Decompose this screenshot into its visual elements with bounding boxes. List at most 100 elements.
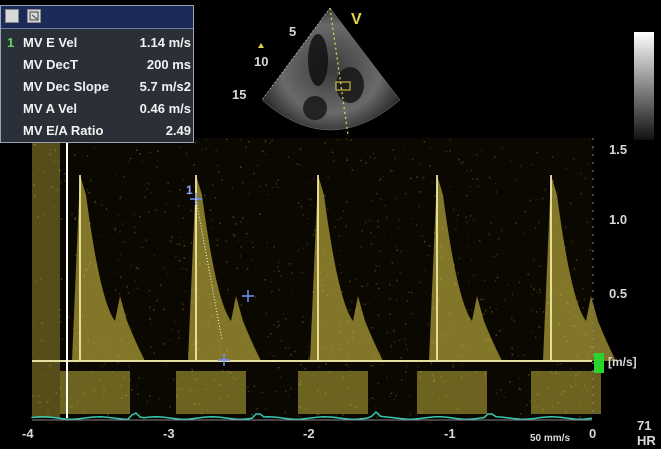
spectrum-noise <box>501 230 503 232</box>
spectrum-noise <box>473 275 475 277</box>
spectrum-noise <box>178 337 180 339</box>
spectrum-noise <box>150 192 152 194</box>
spectrum-noise <box>584 299 586 301</box>
checkbox[interactable] <box>5 9 19 23</box>
spectrum-noise <box>342 414 344 416</box>
heart-rate-label: HR <box>637 433 656 448</box>
spectrum-noise <box>377 221 379 223</box>
spectrum-noise <box>171 237 173 239</box>
spectrum-noise <box>396 279 398 281</box>
spectrum-noise <box>248 391 250 393</box>
settings-icon[interactable] <box>27 9 41 23</box>
spectrum-noise <box>148 211 150 213</box>
spectrum-noise <box>163 268 165 270</box>
measurement-label: MV Dec Slope <box>23 79 109 94</box>
measurement-row[interactable]: MV DecT 200 ms <box>1 56 193 76</box>
spectrum-noise <box>373 236 375 238</box>
measurement-panel-header[interactable] <box>1 6 193 29</box>
spectrum-noise <box>457 273 459 275</box>
spectrum-noise <box>333 160 335 162</box>
spectrum-noise <box>232 187 234 189</box>
spectrum-noise <box>311 199 313 201</box>
spectrum-noise <box>364 303 366 305</box>
spectrum-noise <box>183 241 185 243</box>
spectrum-noise <box>397 227 399 229</box>
velocity-tick: 1.0 <box>609 212 627 227</box>
spectrum-noise <box>367 282 369 284</box>
spectrum-noise <box>379 180 381 182</box>
spectrum-noise <box>280 275 282 277</box>
spectrum-noise <box>240 246 242 248</box>
spectrum-noise <box>278 289 280 291</box>
spectrum-noise <box>471 260 473 262</box>
spectrum-noise <box>123 176 125 178</box>
measurement-value: 200 ms <box>147 57 191 72</box>
spectrum-noise <box>525 211 527 213</box>
spectrum-noise <box>193 164 195 166</box>
spectrum-noise <box>347 160 349 162</box>
spectrum-noise <box>381 364 383 366</box>
spectrum-noise <box>191 242 193 244</box>
spectrum-noise <box>308 358 310 360</box>
spectrum-noise <box>453 366 455 368</box>
spectrum-noise <box>489 177 491 179</box>
spectrum-noise <box>370 365 372 367</box>
spectrum-noise <box>488 234 490 236</box>
measurement-panel[interactable]: 1 MV E Vel 1.14 m/s MV DecT 200 ms MV De… <box>0 5 194 143</box>
spectrum-noise <box>371 244 373 246</box>
spectrum-noise <box>167 273 169 275</box>
spectrum-noise <box>226 240 228 242</box>
spectrum-noise <box>392 149 394 151</box>
spectrum-noise <box>582 288 584 290</box>
spectrum-noise <box>412 313 414 315</box>
spectrum-noise <box>265 140 267 142</box>
measurement-row[interactable]: MV A Vel 0.46 m/s <box>1 100 193 120</box>
spectrum-noise <box>164 211 166 213</box>
spectrum-noise <box>254 173 256 175</box>
spectrum-noise <box>204 195 206 197</box>
spectrum-noise <box>529 401 531 403</box>
spectrum-noise <box>126 286 128 288</box>
spectrum-noise <box>90 180 92 182</box>
spectrum-noise <box>74 218 76 220</box>
spectrum-noise <box>266 242 268 244</box>
spectrum-noise <box>179 260 181 262</box>
measurement-row[interactable]: MV E/A Ratio 2.49 <box>1 122 193 142</box>
spectrum-noise <box>519 388 521 390</box>
baseline-handle[interactable] <box>594 353 604 373</box>
sweep-speed: 50 mm/s <box>530 433 570 444</box>
spectrum-noise <box>269 353 271 355</box>
spectrum-noise <box>245 147 247 149</box>
spectrum-noise <box>309 183 311 185</box>
spectrum-noise <box>146 401 148 403</box>
measurement-row[interactable]: 1 MV E Vel 1.14 m/s <box>1 34 193 54</box>
spectrum-noise <box>240 139 242 141</box>
spectrum-noise <box>455 228 457 230</box>
spectrum-noise <box>292 292 294 294</box>
spectrum-noise <box>130 158 132 160</box>
spectrum-noise <box>570 203 572 205</box>
spectrum-noise <box>406 365 408 367</box>
spectrum-noise <box>490 223 492 225</box>
spectrum-noise <box>479 240 481 242</box>
spectrum-noise <box>277 187 279 189</box>
time-tick: 0 <box>589 426 596 441</box>
spectrum-noise <box>381 198 383 200</box>
spectrum-noise <box>340 218 342 220</box>
spectrum-noise <box>271 291 273 293</box>
spectrum-noise <box>350 139 352 141</box>
measurement-row[interactable]: MV Dec Slope 5.7 m/s2 <box>1 78 193 98</box>
spectrum-noise <box>386 376 388 378</box>
spectrum-noise <box>428 255 430 256</box>
spectrum-noise <box>242 182 244 184</box>
spectrum-noise <box>407 349 409 351</box>
spectrum-noise <box>476 154 478 156</box>
spectrum-noise <box>314 230 316 232</box>
spectrum-noise <box>284 412 286 414</box>
spectrum-noise <box>274 324 276 326</box>
spectrum-noise <box>491 311 493 313</box>
spectrum-noise <box>137 393 139 395</box>
spectrum-noise <box>340 272 342 274</box>
spectrum-noise <box>512 294 514 296</box>
spectrum-noise <box>552 156 554 158</box>
